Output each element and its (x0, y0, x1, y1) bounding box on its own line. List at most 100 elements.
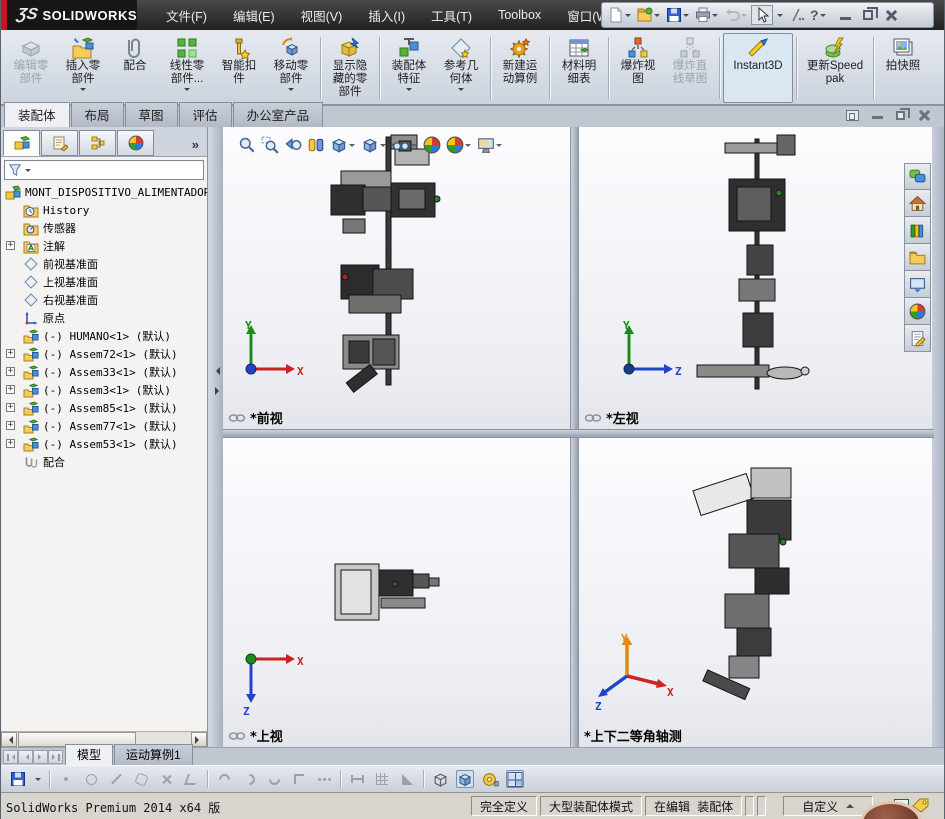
tree-item-component[interactable]: (-) Assem33<1> (默认) (1, 363, 207, 381)
forum-tab[interactable] (904, 163, 931, 190)
menu-edit[interactable]: 编辑(E) (220, 0, 288, 32)
tree-item-mates[interactable]: 配合 (1, 453, 207, 471)
new-file-button[interactable] (606, 6, 634, 24)
tab-model[interactable]: 模型 (65, 744, 114, 765)
tab-layout[interactable]: 布局 (70, 102, 124, 127)
scroll-right-icon[interactable] (191, 732, 207, 747)
expand-icon[interactable] (6, 439, 15, 448)
tree-item-component[interactable]: (-) Assem72<1> (默认) (1, 345, 207, 363)
tab-propertymanager[interactable] (41, 130, 78, 156)
tree-root[interactable]: MONT_DISPOSITIVO_ALIMENTADOR (1, 183, 207, 201)
status-large-assembly-mode[interactable]: 大型装配体模式 (540, 796, 643, 816)
doc-restore-icon[interactable] (896, 107, 910, 120)
panel-splitter[interactable] (209, 127, 223, 747)
viewport-top[interactable]: X Z *上视 (223, 438, 570, 747)
close-icon[interactable] (885, 9, 897, 21)
select-dropdown[interactable] (774, 10, 786, 21)
chevron-down-icon[interactable] (80, 88, 86, 94)
view-settings-icon[interactable] (476, 135, 504, 155)
edit-appearance-icon[interactable] (422, 135, 442, 155)
tree-item-component[interactable]: (-) Assem53<1> (默认) (1, 435, 207, 453)
selection-filter-icon[interactable] (787, 6, 807, 24)
tree-item-origin[interactable]: 原点 (1, 309, 207, 327)
cm-move-component[interactable]: 移动零部件 (265, 33, 317, 103)
cm-new-motion-study[interactable]: 新建运动算例 (494, 33, 546, 103)
chevron-down-icon[interactable] (184, 88, 190, 94)
cm-mate[interactable]: 配合 (109, 33, 161, 103)
pane-display-icon[interactable] (846, 109, 859, 121)
menu-file[interactable]: 文件(F) (153, 0, 220, 32)
tree-item-sensors[interactable]: 传感器 (1, 219, 207, 237)
view-orientation-icon[interactable] (329, 135, 357, 155)
zoom-to-fit-icon[interactable] (237, 135, 257, 155)
panel-tabs-overflow[interactable]: » (192, 137, 205, 156)
cm-smart-fasteners[interactable]: 智能扣件 (213, 33, 265, 103)
tree-item-top-plane[interactable]: 上视基准面 (1, 273, 207, 291)
chevron-down-icon[interactable] (458, 88, 464, 94)
viewport-isometric[interactable]: Y X Z *上下二等角轴测 (579, 438, 934, 747)
file-explorer-tab[interactable] (904, 244, 931, 271)
print-button[interactable] (693, 6, 721, 24)
menu-insert[interactable]: 插入(I) (355, 0, 418, 32)
cm-assembly-features[interactable]: 装配体特征 (383, 33, 435, 103)
four-view-layout-button[interactable] (506, 770, 524, 788)
select-tool-button[interactable] (751, 5, 773, 25)
tab-assembly[interactable]: 装配体 (4, 102, 70, 127)
cm-update-speedpak[interactable]: 更新Speedpak (800, 33, 870, 103)
tree-item-history[interactable]: History (1, 201, 207, 219)
tab-configurationmanager[interactable] (79, 130, 116, 156)
help-button[interactable]: ? (808, 6, 829, 24)
next-tab-icon[interactable] (33, 750, 48, 764)
tab-office-products[interactable]: 办公室产品 (232, 102, 324, 127)
tree-item-component[interactable]: (-) Assem3<1> (默认) (1, 381, 207, 399)
horizontal-viewport-splitter[interactable] (223, 429, 934, 438)
expand-icon[interactable] (6, 241, 15, 250)
cm-show-hidden-components[interactable]: 显示隐藏的零部件 (324, 33, 376, 103)
viewport-front[interactable]: Y X *前视 (223, 127, 570, 429)
splitter-arrow-right[interactable] (215, 387, 223, 395)
apply-scene-icon[interactable] (445, 135, 473, 155)
save-dropdown-icon[interactable] (35, 777, 41, 784)
tree-item-component[interactable]: (-) Assem77<1> (默认) (1, 417, 207, 435)
prev-tab-icon[interactable] (18, 750, 33, 764)
shaded-display-button[interactable] (456, 770, 474, 788)
filter-input[interactable] (34, 162, 203, 178)
doc-minimize-icon[interactable] (872, 111, 883, 119)
restore-icon[interactable] (862, 7, 878, 20)
status-custom-button[interactable]: 自定义 (783, 796, 874, 816)
chevron-down-icon[interactable] (406, 88, 412, 94)
expand-icon[interactable] (6, 421, 15, 430)
viewport-left[interactable]: Y Z *左视 (579, 127, 934, 429)
splitter-arrow-left[interactable] (212, 367, 220, 375)
tree-item-right-plane[interactable]: 右视基准面 (1, 291, 207, 309)
tab-sketch[interactable]: 草图 (124, 102, 178, 127)
first-tab-icon[interactable] (3, 750, 18, 764)
cm-exploded-view[interactable]: 爆炸视图 (612, 33, 664, 103)
cm-reference-geometry[interactable]: 参考几何体 (435, 33, 487, 103)
save-button[interactable] (664, 6, 692, 24)
expand-icon[interactable] (6, 349, 15, 358)
last-tab-icon[interactable] (48, 750, 63, 764)
display-style-icon[interactable] (360, 135, 388, 155)
cm-insert-components[interactable]: 插入零部件 (57, 33, 109, 103)
cm-bill-of-materials[interactable]: 材料明细表 (553, 33, 605, 103)
design-library-tab[interactable] (904, 217, 931, 244)
measure-tool-button[interactable] (481, 770, 499, 788)
cm-linear-pattern[interactable]: 线性零部件... (161, 33, 213, 103)
zoom-to-area-icon[interactable] (260, 135, 280, 155)
minimize-icon[interactable] (839, 11, 851, 20)
tab-displaymanager[interactable] (117, 130, 154, 156)
hide-show-items-icon[interactable] (391, 135, 419, 155)
save-button[interactable] (9, 770, 27, 788)
cm-instant3d[interactable]: Instant3D (723, 33, 793, 103)
expand-icon[interactable] (6, 385, 15, 394)
doc-close-icon[interactable] (918, 109, 930, 121)
tab-featuremanager[interactable] (3, 130, 40, 156)
expand-icon[interactable] (6, 403, 15, 412)
tab-motion-study-1[interactable]: 运动算例1 (114, 744, 193, 765)
tree-item-component[interactable]: (-) HUMANO<1> (默认) (1, 327, 207, 345)
scroll-left-icon[interactable] (1, 732, 17, 747)
menu-toolbox[interactable]: Toolbox (485, 1, 554, 29)
appearances-tab[interactable] (904, 298, 931, 325)
tab-evaluate[interactable]: 评估 (178, 102, 232, 127)
